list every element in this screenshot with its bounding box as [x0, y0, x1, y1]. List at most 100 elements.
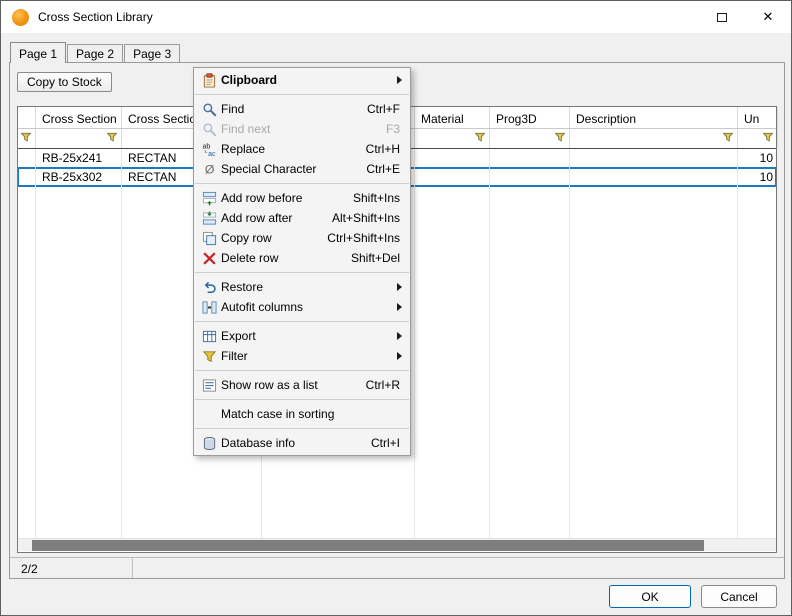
column-header-cross-section-1[interactable]: Cross Section	[36, 107, 122, 128]
column-header-un-7[interactable]: Un	[738, 107, 778, 128]
submenu-arrow-icon	[397, 76, 402, 84]
menu-item-copy-row[interactable]: Copy rowCtrl+Shift+Ins	[194, 228, 410, 248]
menu-item-add-row-after[interactable]: Add row afterAlt+Shift+Ins	[194, 208, 410, 228]
menu-item-find[interactable]: FindCtrl+F	[194, 99, 410, 119]
ok-button[interactable]: OK	[609, 585, 691, 608]
menu-item-filter[interactable]: Filter	[194, 346, 410, 366]
svg-text:Ø: Ø	[204, 162, 214, 176]
column-header-material-4[interactable]: Material	[415, 107, 490, 128]
filter-funnel-icon[interactable]	[106, 131, 118, 146]
filter-cell-4[interactable]	[415, 129, 490, 148]
menu-item-label: Copy row	[221, 231, 272, 245]
menu-item-delete-row[interactable]: Delete rowShift+Del	[194, 248, 410, 268]
grid-cell[interactable]	[18, 149, 36, 167]
grid-cell[interactable]	[490, 149, 570, 167]
menu-separator	[195, 272, 409, 273]
menu-item-show-row-as-a-list[interactable]: Show row as a list Ctrl+R	[194, 375, 410, 395]
close-icon: ✕	[763, 9, 774, 25]
tab-strip: Page 1Page 2Page 3	[10, 42, 181, 62]
grid-cell[interactable]	[18, 168, 36, 186]
cancel-button[interactable]: Cancel	[701, 585, 777, 608]
menu-item-export[interactable]: Export	[194, 326, 410, 346]
column-header-0[interactable]	[18, 107, 36, 128]
menu-item-label: Database info	[221, 436, 295, 450]
column-separator	[414, 150, 415, 538]
svg-text:ac: ac	[208, 151, 216, 157]
find-icon	[197, 102, 221, 117]
app-logo-icon	[12, 9, 29, 26]
menu-item-label: Match case in sorting	[221, 407, 334, 421]
titlebar: Cross Section Library ✕	[1, 1, 791, 33]
menu-item-label: Special Character	[221, 162, 316, 176]
window-controls: ✕	[699, 1, 791, 33]
menu-item-clipboard[interactable]: Clipboard	[194, 70, 410, 90]
filter-cell-5[interactable]	[490, 129, 570, 148]
menu-shortcut: Ctrl+I	[371, 436, 410, 450]
filter-cell-1[interactable]	[36, 129, 122, 148]
grid-cell[interactable]	[415, 149, 490, 167]
filter-cell-7[interactable]	[738, 129, 778, 148]
grid-cell[interactable]	[490, 168, 570, 186]
grid-cell[interactable]: 10	[738, 168, 778, 186]
restore-icon	[197, 280, 221, 295]
menu-shortcut: F3	[386, 122, 410, 136]
status-divider	[132, 558, 133, 578]
menu-item-label: Show row as a list	[221, 378, 318, 392]
filter-funnel-icon[interactable]	[20, 131, 32, 146]
filter-funnel-icon[interactable]	[762, 131, 774, 146]
column-separator	[737, 150, 738, 538]
tab-page-3[interactable]: Page 3	[124, 44, 180, 62]
autofit-columns-icon	[197, 300, 221, 315]
menu-item-replace[interactable]: abacReplaceCtrl+H	[194, 139, 410, 159]
horizontal-scrollbar[interactable]	[18, 538, 776, 551]
column-header-prog3d-5[interactable]: Prog3D	[490, 107, 570, 128]
svg-text:ab: ab	[202, 143, 210, 150]
grid-cell[interactable]	[570, 168, 738, 186]
cross-section-library-dialog: Cross Section Library ✕ Page 1Page 2Page…	[0, 0, 792, 616]
tab-page-1[interactable]: Page 1	[10, 42, 66, 63]
menu-shortcut: Ctrl+E	[366, 162, 410, 176]
menu-item-autofit-columns[interactable]: Autofit columns	[194, 297, 410, 317]
status-bar: 2/2	[10, 557, 784, 578]
column-header-description-6[interactable]: Description	[570, 107, 738, 128]
menu-item-match-case-in-sorting[interactable]: Match case in sorting	[194, 404, 410, 424]
replace-icon: abac	[197, 142, 221, 157]
menu-item-label: Autofit columns	[221, 300, 303, 314]
filter-funnel-icon[interactable]	[722, 131, 734, 146]
grid-cell[interactable]	[415, 168, 490, 186]
add-row-after-icon	[197, 211, 221, 226]
grid-cell[interactable]	[570, 149, 738, 167]
database-info-icon	[197, 436, 221, 451]
grid-cell[interactable]: RB-25x241	[36, 149, 122, 167]
find-next-icon	[197, 122, 221, 137]
maximize-button[interactable]	[699, 1, 745, 33]
submenu-arrow-icon	[397, 332, 402, 340]
menu-item-database-info[interactable]: Database info Ctrl+I	[194, 433, 410, 453]
menu-item-find-next: Find nextF3	[194, 119, 410, 139]
tab-page-2[interactable]: Page 2	[67, 44, 123, 62]
menu-separator	[195, 94, 409, 95]
menu-item-label: Find	[221, 102, 244, 116]
menu-item-add-row-before[interactable]: Add row before Shift+Ins	[194, 188, 410, 208]
clipboard-icon	[197, 73, 221, 88]
menu-item-special-character[interactable]: Ø Special Character Ctrl+E	[194, 159, 410, 179]
maximize-icon	[717, 13, 727, 22]
scrollbar-thumb[interactable]	[32, 540, 704, 551]
menu-item-label: Add row before	[221, 191, 302, 205]
column-separator	[489, 150, 490, 538]
menu-shortcut: Shift+Ins	[353, 191, 410, 205]
menu-shortcut: Shift+Del	[351, 251, 410, 265]
filter-cell-6[interactable]	[570, 129, 738, 148]
menu-shortcut: Ctrl+R	[366, 378, 410, 392]
filter-cell-0[interactable]	[18, 129, 36, 148]
grid-cell[interactable]: RB-25x302	[36, 168, 122, 186]
filter-funnel-icon[interactable]	[474, 131, 486, 146]
submenu-arrow-icon	[397, 283, 402, 291]
close-button[interactable]: ✕	[745, 1, 791, 33]
menu-separator	[195, 370, 409, 371]
copy-to-stock-button[interactable]: Copy to Stock	[17, 72, 112, 92]
menu-item-restore[interactable]: Restore	[194, 277, 410, 297]
grid-cell[interactable]: 10	[738, 149, 778, 167]
menu-separator	[195, 399, 409, 400]
filter-funnel-icon[interactable]	[554, 131, 566, 146]
